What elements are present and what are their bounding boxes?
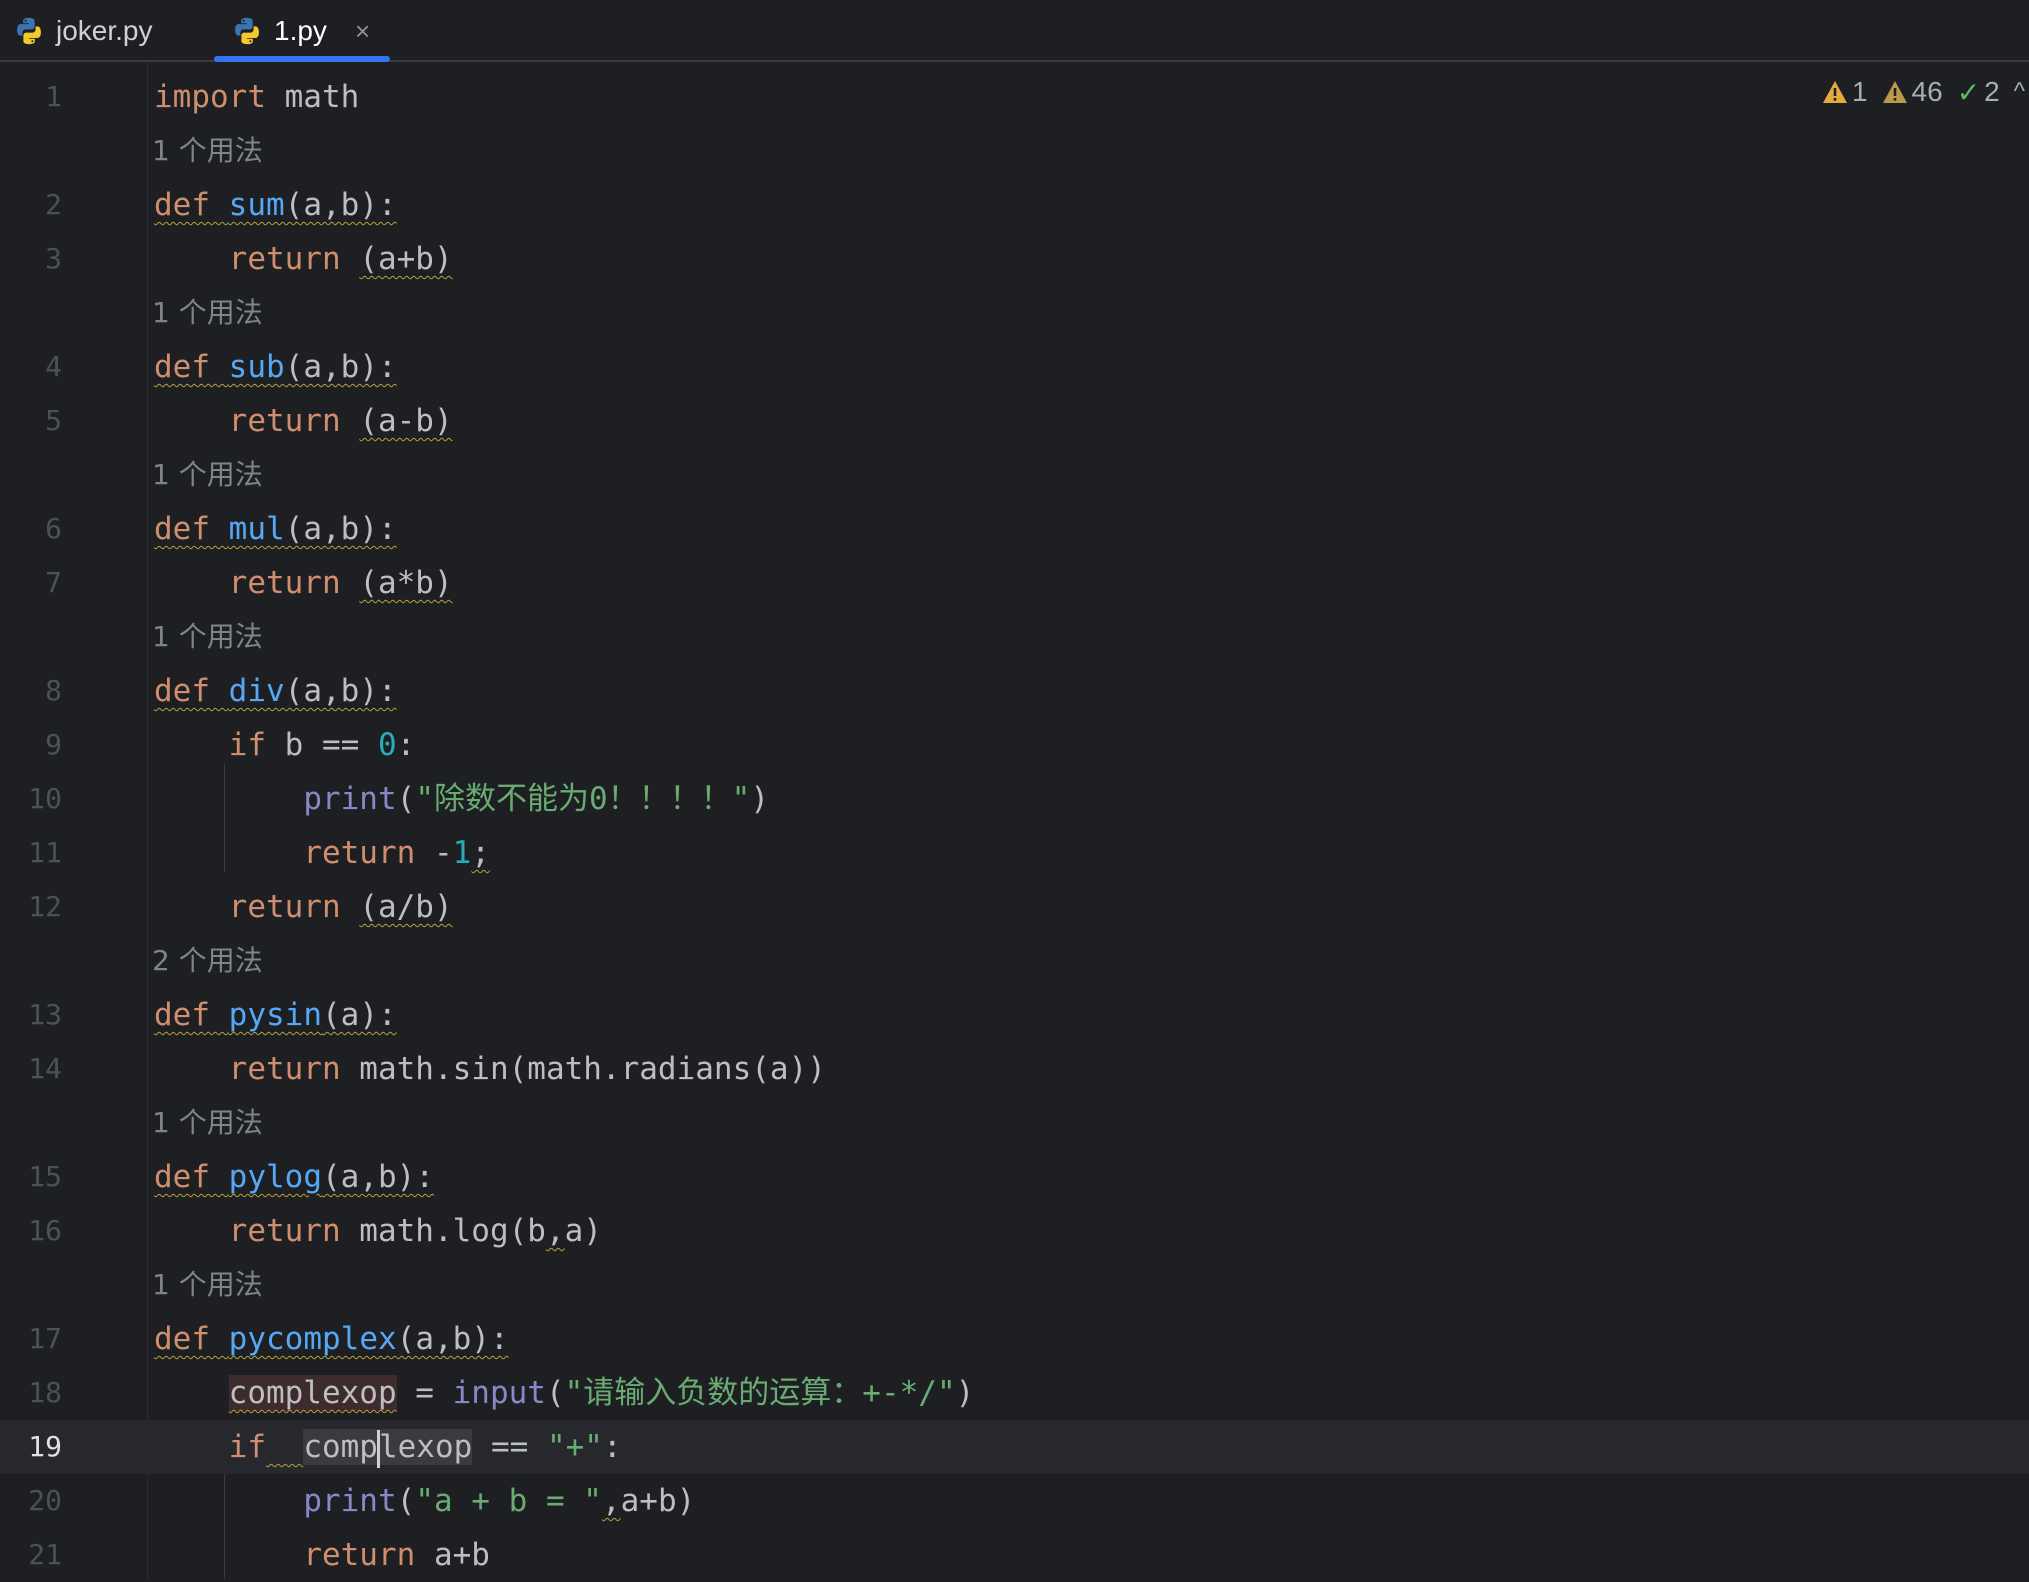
code-line-5[interactable]: 5 return (a-b) [0,394,2029,448]
line-number: 10 [28,782,62,815]
usage-hint-label[interactable]: 1 个用法 [152,1096,263,1150]
code-line-20[interactable]: 20 print("a + b = ",a+b) [0,1474,2029,1528]
usage-hint-label[interactable]: 1 个用法 [152,286,263,340]
code-line-7[interactable]: 7 return (a*b) [0,556,2029,610]
line-number: 8 [45,674,62,707]
line-number: 1 [45,80,62,113]
usage-hint-label[interactable]: 2 个用法 [152,934,263,988]
line-text[interactable]: complexop = input("请输入负数的运算：+-*/") [154,1366,974,1420]
code-line-3[interactable]: 3 return (a+b) [0,232,2029,286]
line-number: 13 [28,998,62,1031]
line-text[interactable]: def pylog(a,b): [154,1150,434,1204]
line-text[interactable]: import math [154,70,359,124]
line-text[interactable]: return math.sin(math.radians(a)) [154,1042,826,1096]
line-text[interactable]: return math.log(b,a) [154,1204,602,1258]
line-number: 6 [45,512,62,545]
line-text[interactable]: def sub(a,b): [154,340,397,394]
text-cursor [376,1429,380,1468]
code-line-8[interactable]: 8 def div(a,b): [0,664,2029,718]
code-line-15[interactable]: 15 def pylog(a,b): [0,1150,2029,1204]
usage-hint[interactable]: 1 个用法 [0,1258,2029,1312]
usage-hint[interactable]: 1 个用法 [0,448,2029,502]
usage-hint-label[interactable]: 1 个用法 [152,610,263,664]
code-line-21[interactable]: 21 return a+b [0,1528,2029,1582]
code-line-19[interactable]: 19 if complexop == "+": [0,1420,2029,1474]
line-number: 5 [45,404,62,437]
line-text[interactable]: def mul(a,b): [154,502,397,556]
code-line-1[interactable]: 1 import math [0,70,2029,124]
line-number: 18 [28,1376,62,1409]
line-text[interactable]: return -1; [154,826,490,880]
line-text[interactable]: return (a/b) [154,880,453,934]
usage-hint-label[interactable]: 1 个用法 [152,124,263,178]
usage-hint[interactable]: 1 个用法 [0,1096,2029,1150]
line-number: 3 [45,242,62,275]
line-text[interactable]: def pycomplex(a,b): [154,1312,509,1366]
editor-tab-bar: joker.py 1.py × [0,0,2029,62]
code-editor[interactable]: 1 import math 1 个用法 2 def sum(a,b): 3 re… [0,62,2029,1579]
line-text[interactable]: def div(a,b): [154,664,397,718]
python-file-icon [17,17,41,45]
line-number: 21 [28,1538,62,1571]
line-number: 7 [45,566,62,599]
code-line-14[interactable]: 14 return math.sin(math.radians(a)) [0,1042,2029,1096]
code-line-6[interactable]: 6 def mul(a,b): [0,502,2029,556]
usage-hint[interactable]: 1 个用法 [0,124,2029,178]
code-line-10[interactable]: 10 print("除数不能为0！！！！") [0,772,2029,826]
line-text[interactable]: print("a + b = ",a+b) [154,1474,695,1528]
code-line-9[interactable]: 9 if b == 0: [0,718,2029,772]
line-number: 16 [28,1214,62,1247]
tab-label: 1.py [274,15,327,46]
line-text[interactable]: return (a-b) [154,394,453,448]
line-number: 17 [28,1322,62,1355]
code-line-4[interactable]: 4 def sub(a,b): [0,340,2029,394]
code-line-18[interactable]: 18 complexop = input("请输入负数的运算：+-*/") [0,1366,2029,1420]
line-text[interactable]: return (a+b) [154,232,453,286]
line-text[interactable]: def sum(a,b): [154,178,397,232]
line-number: 9 [45,728,62,761]
code-line-12[interactable]: 12 return (a/b) [0,880,2029,934]
python-file-icon [235,17,259,45]
line-number: 2 [45,188,62,221]
line-number: 15 [28,1160,62,1193]
usage-hint[interactable]: 1 个用法 [0,286,2029,340]
line-text[interactable]: if complexop == "+": [154,1420,622,1474]
code-line-11[interactable]: 11 return -1; [0,826,2029,880]
line-text[interactable]: if b == 0: [154,718,416,772]
close-icon[interactable]: × [355,16,370,47]
code-line-16[interactable]: 16 return math.log(b,a) [0,1204,2029,1258]
line-text[interactable]: print("除数不能为0！！！！") [154,772,769,826]
line-number: 19 [28,1430,62,1463]
usage-hint-label[interactable]: 1 个用法 [152,1258,263,1312]
line-text[interactable]: return a+b [154,1528,490,1582]
line-number: 12 [28,890,62,923]
line-number: 11 [28,836,62,869]
usage-hint-label[interactable]: 1 个用法 [152,448,263,502]
line-text[interactable]: return (a*b) [154,556,453,610]
line-number: 4 [45,350,62,383]
usage-hint[interactable]: 2 个用法 [0,934,2029,988]
line-text[interactable]: def pysin(a): [154,988,397,1042]
line-number: 20 [28,1484,62,1517]
code-line-13[interactable]: 13 def pysin(a): [0,988,2029,1042]
tab-joker-py[interactable]: joker.py [14,0,153,62]
code-line-2[interactable]: 2 def sum(a,b): [0,178,2029,232]
tab-label: joker.py [56,15,153,46]
usage-hint[interactable]: 1 个用法 [0,610,2029,664]
code-line-17[interactable]: 17 def pycomplex(a,b): [0,1312,2029,1366]
tab-1-py[interactable]: 1.py × [232,0,370,62]
line-number: 14 [28,1052,62,1085]
